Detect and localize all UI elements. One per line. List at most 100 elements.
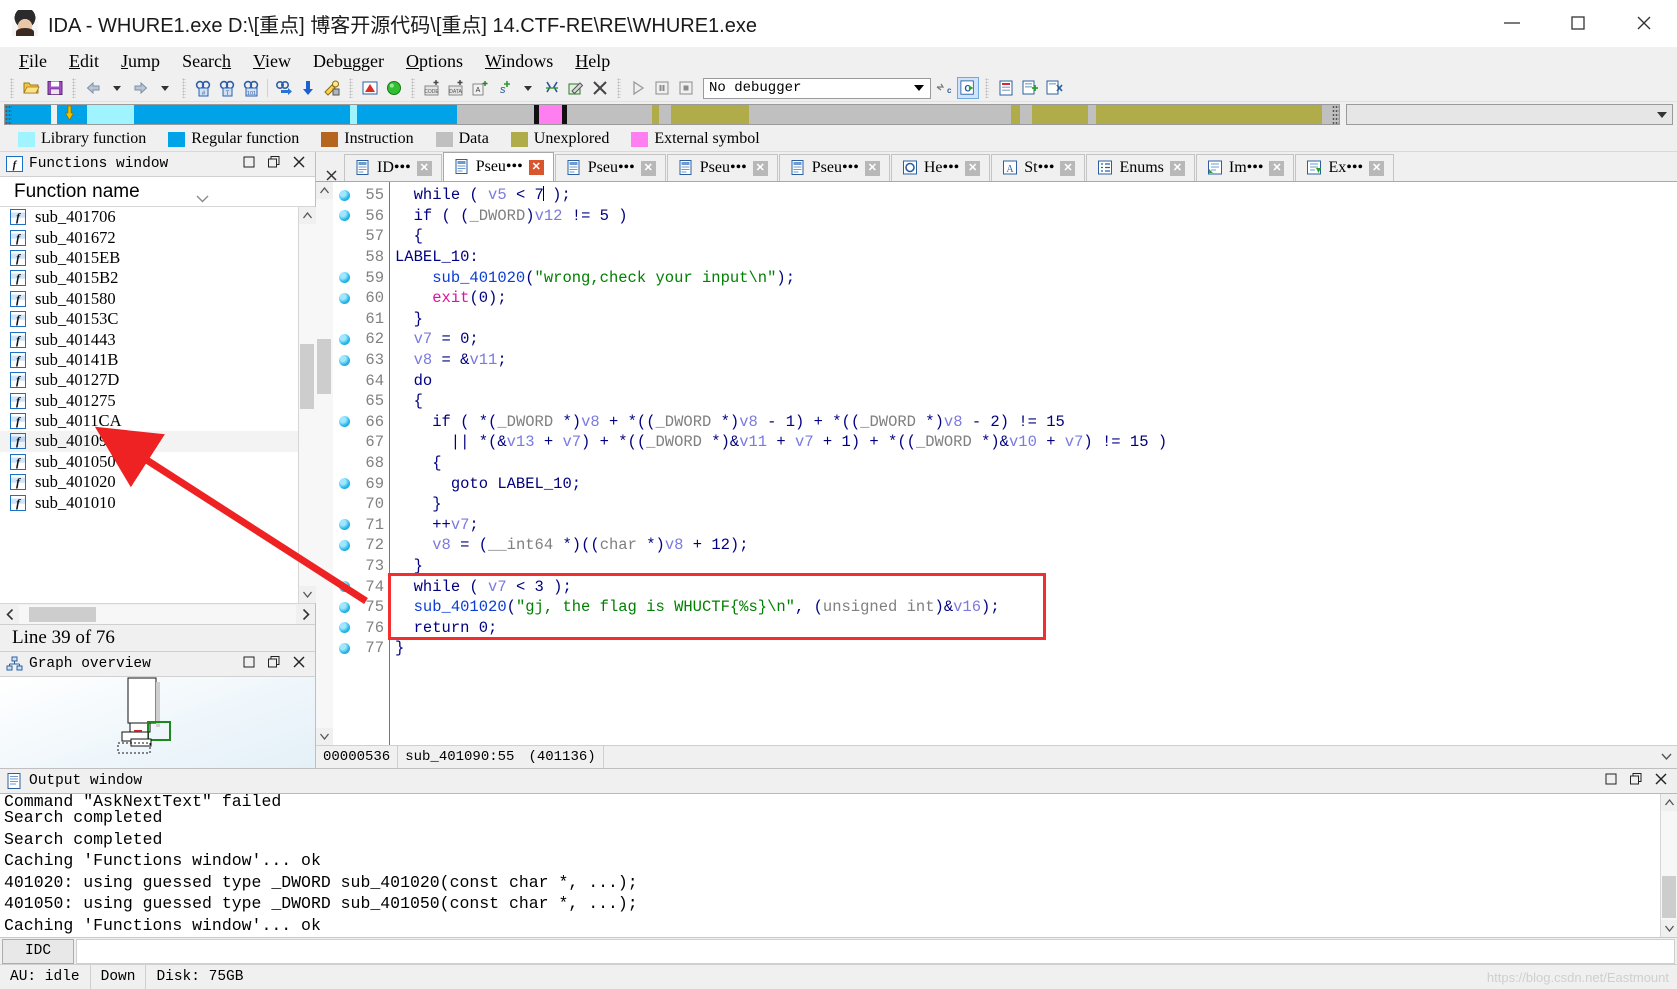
nav-forward-dropdown-icon[interactable] xyxy=(154,77,176,99)
toolbar-grip-6[interactable] xyxy=(617,78,621,98)
make-unexplored-icon[interactable] xyxy=(541,77,563,99)
close-icon[interactable] xyxy=(293,656,305,672)
code-line[interactable]: 72 v8 = (__int64 *)((char *)v8 + 12); xyxy=(333,535,1677,556)
function-list-item[interactable]: f sub_401580 xyxy=(0,289,298,309)
output-scroll-track[interactable] xyxy=(1660,811,1677,920)
search-text-icon[interactable]: T xyxy=(216,77,238,99)
function-list-item[interactable]: f sub_40153C xyxy=(0,309,298,329)
functions-horizontal-scrollbar[interactable] xyxy=(0,603,315,624)
editor-tab[interactable]: He••• ✕ xyxy=(890,154,991,181)
search-hash-icon[interactable]: # xyxy=(192,77,214,99)
tab-close-icon[interactable]: ✕ xyxy=(640,160,656,176)
editor-tab[interactable]: Pseu••• ✕ xyxy=(442,152,554,181)
chevron-down-icon[interactable] xyxy=(914,85,924,91)
scroll-left-icon[interactable] xyxy=(0,605,19,624)
tab-close-icon[interactable]: ✕ xyxy=(1269,160,1285,176)
menu-item-file[interactable]: File xyxy=(8,48,58,74)
scroll-down-icon[interactable] xyxy=(298,586,316,603)
code-line[interactable]: 68 { xyxy=(333,453,1677,474)
breakpoint-marker-icon[interactable] xyxy=(333,622,355,634)
menu-item-help[interactable]: Help xyxy=(564,48,621,74)
chevron-down-icon[interactable] xyxy=(1655,753,1677,761)
editor-tab[interactable]: Pseu••• ✕ xyxy=(554,154,666,181)
code-scroll-thumb[interactable] xyxy=(316,339,331,394)
output-text-body[interactable]: Command "AskNextText" failed Search compl… xyxy=(0,794,1677,937)
open-file-icon[interactable] xyxy=(20,77,42,99)
breakpoint-marker-icon[interactable] xyxy=(333,519,355,531)
pseudocode-text-area[interactable]: 55 while ( v5 < 7 ); 56 if ( (_DWORD)v12 … xyxy=(333,182,1677,745)
code-left-scrollbar[interactable] xyxy=(315,182,333,745)
navband-overflow-combo[interactable] xyxy=(1346,104,1673,125)
functions-vertical-scrollbar[interactable] xyxy=(298,207,316,603)
function-list-item[interactable]: f sub_4011CA xyxy=(0,411,298,431)
editor-tab[interactable]: Im••• ✕ xyxy=(1195,154,1295,181)
nav-back-dropdown-icon[interactable] xyxy=(106,77,128,99)
code-line[interactable]: 67 || *(&v13 + v7) + *((_DWORD *)&v11 + … xyxy=(333,432,1677,453)
toolbar-grip-3[interactable] xyxy=(182,78,186,98)
navband-segment[interactable] xyxy=(749,105,775,124)
navband-segment[interactable] xyxy=(1096,105,1322,124)
navband-segment[interactable] xyxy=(539,105,562,124)
toolbar-grip-5[interactable] xyxy=(411,78,415,98)
breakpoint-marker-icon[interactable] xyxy=(333,210,355,222)
nav-forward-icon[interactable] xyxy=(130,77,152,99)
edit-function-icon[interactable] xyxy=(565,77,587,99)
security-key-icon[interactable] xyxy=(321,77,343,99)
scroll-down-icon[interactable] xyxy=(1660,920,1677,937)
navband-segment[interactable] xyxy=(17,105,51,124)
breakpoint-marker-icon[interactable] xyxy=(333,272,355,284)
del-struct-icon[interactable] xyxy=(1043,77,1065,99)
ok-icon[interactable] xyxy=(383,77,405,99)
code-line[interactable]: 62 v7 = 0; xyxy=(333,329,1677,350)
navband-segment[interactable] xyxy=(567,105,652,124)
navband-segment[interactable] xyxy=(671,105,749,124)
functions-list[interactable]: f sub_401706 f sub_401672 f sub_4015EB f sub_40… xyxy=(0,207,298,603)
tab-close-icon[interactable]: ✕ xyxy=(1169,160,1185,176)
make-struct-icon[interactable]: s xyxy=(493,77,515,99)
code-scroll-track[interactable] xyxy=(315,199,333,728)
tab-close-icon[interactable]: ✕ xyxy=(1060,160,1076,176)
jump-down-icon[interactable] xyxy=(297,77,319,99)
maximize-icon[interactable] xyxy=(1630,773,1642,789)
navband-segment[interactable] xyxy=(652,105,659,124)
code-line[interactable]: 55 while ( v5 < 7 ); xyxy=(333,185,1677,206)
stop-icon[interactable] xyxy=(675,77,697,99)
menu-item-edit[interactable]: Edit xyxy=(58,48,110,74)
close-icon[interactable] xyxy=(1611,0,1677,47)
pause-icon[interactable] xyxy=(651,77,673,99)
code-line[interactable]: 75 sub_401020("gj, the flag is WHUCTF{%s… xyxy=(333,597,1677,618)
function-list-item[interactable]: f sub_401443 xyxy=(0,329,298,349)
code-line[interactable]: 60 exit(0); xyxy=(333,288,1677,309)
chevron-down-icon[interactable] xyxy=(1657,111,1667,118)
nav-back-icon[interactable] xyxy=(82,77,104,99)
maximize-icon[interactable] xyxy=(268,656,280,672)
function-list-item[interactable]: f sub_401020 xyxy=(0,472,298,492)
navband-segment[interactable] xyxy=(134,105,350,124)
restore-icon[interactable] xyxy=(243,656,255,672)
code-line[interactable]: 63 v8 = &v11; xyxy=(333,350,1677,371)
output-scroll-thumb[interactable] xyxy=(1661,876,1676,918)
make-array-icon[interactable]: A xyxy=(469,77,491,99)
search-next-icon[interactable] xyxy=(273,77,295,99)
function-list-item[interactable]: f sub_4015EB xyxy=(0,248,298,268)
breakpoint-marker-icon[interactable] xyxy=(333,333,355,345)
function-list-item[interactable]: f sub_401010 xyxy=(0,492,298,512)
navband-segment[interactable] xyxy=(775,105,1011,124)
menu-item-options[interactable]: Options xyxy=(395,48,474,74)
navigation-band[interactable] xyxy=(4,104,1340,125)
navband-segment[interactable] xyxy=(1020,105,1032,124)
navband-segment[interactable] xyxy=(1011,105,1020,124)
debugger-select[interactable]: No debugger xyxy=(703,77,931,99)
structures-icon[interactable] xyxy=(995,77,1017,99)
function-list-item[interactable]: f sub_401706 xyxy=(0,207,298,227)
breakpoint-marker-icon[interactable] xyxy=(333,416,355,428)
scroll-right-icon[interactable] xyxy=(296,605,315,624)
breakpoint-marker-icon[interactable] xyxy=(333,189,355,201)
toolbar-grip-7[interactable] xyxy=(985,78,989,98)
close-icon[interactable] xyxy=(293,156,305,172)
make-data-icon[interactable]: DATA xyxy=(445,77,467,99)
make-struct-dropdown-icon[interactable] xyxy=(517,77,539,99)
tab-close-icon[interactable]: ✕ xyxy=(752,160,768,176)
code-line[interactable]: 71 ++v7; xyxy=(333,515,1677,536)
editor-tab[interactable]: A St••• ✕ xyxy=(991,154,1086,181)
